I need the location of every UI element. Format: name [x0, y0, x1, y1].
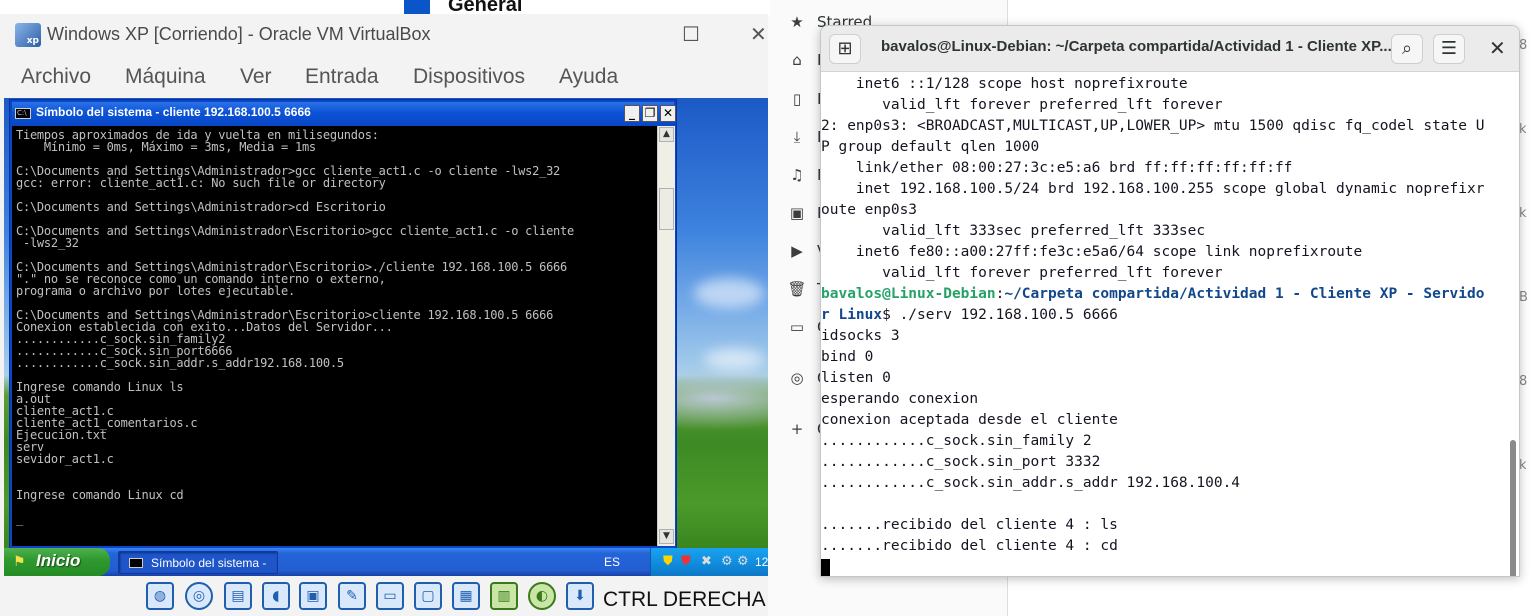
file-size-fragment: k	[1519, 458, 1527, 473]
mouse-integration-icon[interactable]: ◐	[528, 582, 556, 610]
terminal-content[interactable]: inet6 ::1/128 scope host noprefixroute v…	[821, 72, 1519, 576]
music-icon: ♫	[790, 166, 804, 184]
cloud	[694, 278, 764, 308]
restore-button[interactable]: ❐	[642, 105, 658, 122]
close-button[interactable]: ✕	[1489, 36, 1506, 60]
taskbar-item-label: Símbolo del sistema - ...	[151, 556, 267, 576]
new-tab-button[interactable]: ⊞	[829, 34, 861, 64]
host-key-label: CTRL DERECHA	[603, 588, 766, 611]
cpu-icon[interactable]: ▥	[490, 582, 518, 610]
cmd-console[interactable]: Tiempos aproximados de ida y vuelta en m…	[12, 126, 657, 546]
scroll-thumb[interactable]	[659, 188, 674, 230]
shared-folder-icon[interactable]: ▭	[376, 582, 404, 610]
menu-ver[interactable]: Ver	[240, 65, 272, 89]
window-title: Windows XP [Corriendo] - Oracle VM Virtu…	[47, 24, 431, 44]
terminal-output: inet6 ::1/128 scope host noprefixroute v…	[821, 76, 1485, 554]
language-indicator[interactable]: ES	[604, 555, 620, 569]
xp-logo-icon: xp	[15, 23, 41, 47]
virtualbox-window: xp Windows XP [Corriendo] - Oracle VM Vi…	[0, 14, 768, 616]
prompt-user: bavalos@Linux-Debian	[821, 286, 996, 302]
minimize-button[interactable]: _	[624, 105, 640, 122]
picture-icon: ▣	[789, 204, 805, 222]
connection-icon[interactable]: ⚙	[721, 554, 733, 569]
optical-disk-icon[interactable]: ◎	[185, 582, 213, 610]
audio-icon[interactable]: ◖	[262, 582, 290, 610]
file-size-fragment: 8	[1519, 374, 1528, 389]
scroll-up-icon[interactable]: ▲	[659, 127, 674, 142]
safely-remove-icon[interactable]: ⚙	[737, 554, 749, 569]
virtualbox-statusbar: ◍ ◎ ▤ ◖ ▣ ✎ ▭ ▢ ▦ ▥ ◐ ⬇ CTRL DERECHA	[0, 576, 768, 616]
blue-square-icon	[404, 0, 430, 14]
menu-maquina[interactable]: Máquina	[125, 65, 206, 89]
menu-button[interactable]: ☰	[1433, 34, 1465, 64]
menu-bar: Archivo Máquina Ver Entrada Dispositivos…	[0, 60, 768, 98]
display-icon[interactable]: ▢	[414, 582, 442, 610]
plus-icon: +	[790, 420, 804, 438]
terminal-headerbar[interactable]: ⊞ bavalos@Linux-Debian: ~/Carpeta compar…	[821, 26, 1519, 72]
taskbar-item-cmd[interactable]: Símbolo del sistema - ...	[118, 551, 278, 576]
recording-icon[interactable]: ▦	[452, 582, 480, 610]
close-button[interactable]: ✕	[660, 105, 676, 122]
alert-shield-icon[interactable]: ⛊	[681, 554, 691, 569]
guest-display[interactable]: C:\ Símbolo del sistema - cliente 192.16…	[4, 98, 768, 576]
star-icon: ★	[790, 13, 804, 31]
drive-icon: ▭	[789, 318, 805, 336]
disc-icon: ◎	[790, 369, 804, 387]
video-icon: ▶	[791, 242, 803, 260]
file-size-fragment: 8	[1519, 38, 1528, 53]
menu-ayuda[interactable]: Ayuda	[559, 65, 618, 89]
maximize-button[interactable]: ☐	[682, 22, 700, 46]
virtualbox-titlebar[interactable]: xp Windows XP [Corriendo] - Oracle VM Vi…	[0, 14, 768, 56]
cmd-scrollbar[interactable]: ▲ ▼	[657, 126, 675, 546]
start-label: Inicio	[36, 551, 81, 570]
terminal-cursor	[821, 559, 830, 576]
terminal-scrollbar[interactable]	[1510, 440, 1516, 576]
security-shield-icon[interactable]: ⛊	[663, 554, 673, 569]
file-size-fragment: k	[1519, 206, 1527, 221]
menu-archivo[interactable]: Archivo	[21, 65, 91, 89]
cmd-window: C:\ Símbolo del sistema - cliente 192.16…	[9, 99, 677, 549]
menu-entrada[interactable]: Entrada	[305, 65, 379, 89]
terminal-title: bavalos@Linux-Debian: ~/Carpeta comparti…	[881, 38, 1392, 55]
windows-flag-icon: ⚑	[13, 554, 26, 570]
terminal-window: ⊞ bavalos@Linux-Debian: ~/Carpeta compar…	[820, 25, 1520, 577]
network-icon[interactable]: ▣	[299, 582, 327, 610]
home-icon: ⌂	[792, 51, 802, 69]
trash-icon: 🗑	[787, 280, 807, 298]
menu-dispositivos[interactable]: Dispositivos	[413, 65, 525, 89]
document-icon: ▯	[792, 90, 802, 108]
usb-icon[interactable]: ✎	[338, 582, 366, 610]
clock: 12	[755, 555, 768, 569]
close-button[interactable]: ✕	[750, 22, 767, 46]
keyboard-icon[interactable]: ⬇	[566, 582, 594, 610]
xp-taskbar: ⚑ Inicio Símbolo del sistema - ... ES ⛊ …	[4, 548, 768, 576]
download-icon: ⤓	[793, 128, 801, 146]
cmd-titlebar[interactable]: C:\ Símbolo del sistema - cliente 192.16…	[12, 102, 676, 126]
scroll-down-icon[interactable]: ▼	[659, 529, 674, 544]
cmd-output: Tiempos aproximados de ida y vuelta en m…	[16, 128, 574, 526]
file-size-fragment: k	[1519, 122, 1527, 137]
start-button[interactable]: ⚑ Inicio	[4, 548, 110, 576]
system-tray: ⛊ ⛊ ✖ ⚙ ⚙ 12	[650, 548, 768, 576]
floppy-icon[interactable]: ▤	[224, 582, 252, 610]
network-icon[interactable]: ✖	[701, 554, 712, 569]
file-size-fragment: B	[1519, 290, 1528, 305]
cmd-icon	[129, 558, 143, 568]
cmd-icon: C:\	[15, 108, 31, 119]
search-button[interactable]: ⌕	[1391, 34, 1423, 64]
cloud	[704, 348, 764, 370]
cmd-title: Símbolo del sistema - cliente 192.168.10…	[36, 105, 311, 119]
hard-disk-icon[interactable]: ◍	[146, 582, 174, 610]
